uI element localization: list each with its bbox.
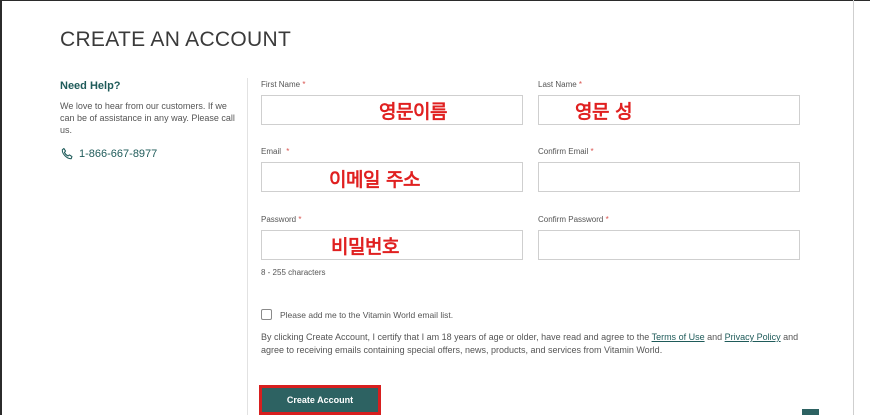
first-name-label: First Name * xyxy=(261,80,305,89)
newsletter-checkbox[interactable] xyxy=(261,309,272,320)
confirm-email-input[interactable] xyxy=(538,162,800,192)
last-name-annotation: 영문 성 xyxy=(575,101,633,123)
required-marker: * xyxy=(578,80,583,89)
required-marker: * xyxy=(298,215,302,224)
page-title: CREATE AN ACCOUNT xyxy=(60,28,292,52)
scroll-edge xyxy=(853,0,854,415)
confirm-email-label-text: Confirm Email xyxy=(538,147,589,156)
window-border-top xyxy=(0,0,870,1)
password-label-text: Password xyxy=(261,215,297,224)
password-hint: 8 - 255 characters xyxy=(261,268,326,277)
first-name-label-text: First Name xyxy=(261,80,301,89)
required-marker: * xyxy=(605,215,609,224)
email-annotation: 이메일 주소 xyxy=(329,169,421,191)
confirm-email-label: Confirm Email * xyxy=(538,147,594,156)
help-text: We love to hear from our customers. If w… xyxy=(60,101,235,135)
last-name-label-text: Last Name xyxy=(538,80,577,89)
help-panel: Need Help? We love to hear from our cust… xyxy=(60,80,235,161)
legal-text-part1: By clicking Create Account, I certify th… xyxy=(261,332,652,342)
floating-widget-tab[interactable] xyxy=(802,409,819,415)
password-annotation: 비밀번호 xyxy=(331,236,399,258)
terms-of-use-link[interactable]: Terms of Use xyxy=(652,332,705,342)
confirm-password-label: Confirm Password * xyxy=(538,215,609,224)
privacy-policy-link[interactable]: Privacy Policy xyxy=(725,332,781,342)
legal-text: By clicking Create Account, I certify th… xyxy=(261,331,806,357)
create-account-label: Create Account xyxy=(286,395,354,405)
column-divider xyxy=(247,78,248,415)
phone-icon xyxy=(60,147,74,161)
confirm-password-label-text: Confirm Password xyxy=(538,215,604,224)
required-marker: * xyxy=(590,147,594,156)
window-border-left xyxy=(0,0,2,415)
email-label: Email * xyxy=(261,147,289,156)
help-phone[interactable]: 1-866-667-8977 xyxy=(60,147,235,161)
create-account-button[interactable]: Create Account xyxy=(259,385,381,415)
newsletter-label: Please add me to the Vitamin World email… xyxy=(280,309,454,320)
newsletter-row[interactable]: Please add me to the Vitamin World email… xyxy=(261,309,453,320)
required-marker: * xyxy=(302,80,306,89)
email-label-text: Email xyxy=(261,147,282,156)
legal-text-part2: and xyxy=(704,332,725,342)
password-label: Password * xyxy=(261,215,301,224)
confirm-password-input[interactable] xyxy=(538,230,800,260)
help-title: Need Help? xyxy=(60,80,121,92)
last-name-label: Last Name * xyxy=(538,80,582,89)
phone-number: 1-866-667-8977 xyxy=(79,148,158,160)
first-name-annotation: 영문이름 xyxy=(379,101,447,123)
required-marker: * xyxy=(286,147,290,156)
